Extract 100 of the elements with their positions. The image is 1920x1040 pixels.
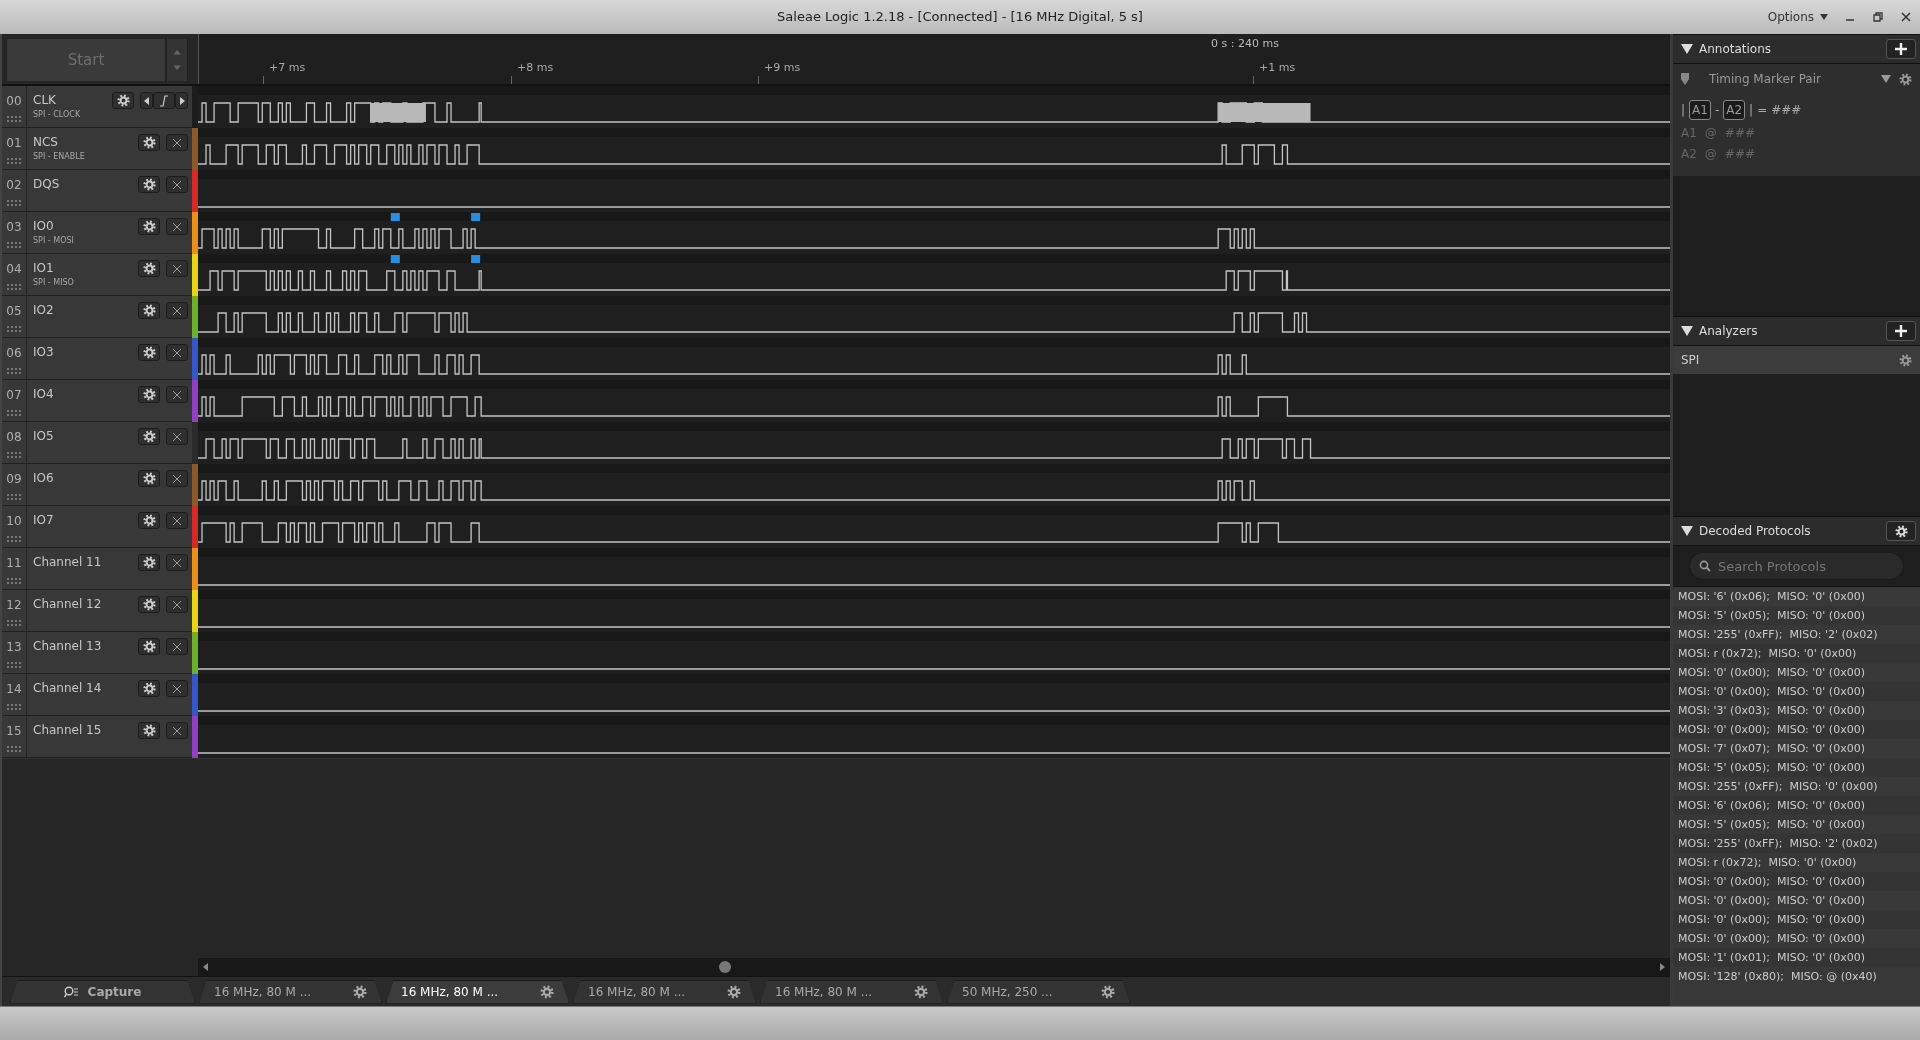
decoded-row[interactable]: MOSI: '0' (0x00); MISO: '0' (0x00) <box>1673 872 1920 891</box>
decoded-row[interactable]: MOSI: '5' (0x05); MISO: '0' (0x00) <box>1673 606 1920 625</box>
settings-button[interactable] <box>138 386 160 403</box>
session-tab[interactable]: 16 MHz, 80 M ... <box>386 979 569 1004</box>
decoded-row[interactable]: MOSI: '0' (0x00); MISO: '0' (0x00) <box>1673 663 1920 682</box>
decoded-row[interactable]: MOSI: r (0x72); MISO: '0' (0x00) <box>1673 853 1920 872</box>
settings-button[interactable] <box>138 344 160 361</box>
drag-handle-icon[interactable] <box>7 536 21 542</box>
settings-button[interactable] <box>138 302 160 319</box>
close-button[interactable] <box>166 428 188 445</box>
drag-handle-icon[interactable] <box>7 620 21 626</box>
session-tab[interactable]: 16 MHz, 80 M ... <box>760 979 943 1004</box>
close-button[interactable] <box>166 680 188 697</box>
collapse-icon[interactable] <box>1681 526 1693 536</box>
drag-handle-icon[interactable] <box>7 326 21 332</box>
drag-handle-icon[interactable] <box>7 578 21 584</box>
decoded-row[interactable]: MOSI: '255' (0xFF); MISO: '2' (0x02) <box>1673 625 1920 644</box>
settings-button[interactable] <box>138 638 160 655</box>
settings-button[interactable] <box>138 470 160 487</box>
dropdown-caret-icon[interactable] <box>1881 75 1891 83</box>
settings-icon[interactable] <box>1899 353 1912 367</box>
decoded-row[interactable]: MOSI: '255' (0xFF); MISO: '2' (0x02) <box>1673 834 1920 853</box>
decoded-row[interactable]: MOSI: '6' (0x06); MISO: '0' (0x00) <box>1673 796 1920 815</box>
settings-button[interactable] <box>112 92 134 109</box>
drag-handle-icon[interactable] <box>7 410 21 416</box>
next-edge-button[interactable] <box>175 92 188 109</box>
close-icon[interactable] <box>1900 11 1912 23</box>
collapse-icon[interactable] <box>1681 44 1693 54</box>
decoded-row[interactable]: MOSI: '5' (0x05); MISO: '0' (0x00) <box>1673 758 1920 777</box>
settings-button[interactable] <box>138 722 160 739</box>
drag-handle-icon[interactable] <box>7 662 21 668</box>
session-tab[interactable]: Capture <box>10 979 195 1004</box>
close-button[interactable] <box>166 512 188 529</box>
analyzer-name[interactable]: SPI <box>1681 351 1700 369</box>
measurement-marker-icon[interactable] <box>471 255 481 263</box>
close-button[interactable] <box>166 344 188 361</box>
settings-button[interactable] <box>138 554 160 571</box>
drag-handle-icon[interactable] <box>7 368 21 374</box>
close-button[interactable] <box>166 722 188 739</box>
session-tab[interactable]: 16 MHz, 80 M ... <box>573 979 756 1004</box>
close-button[interactable] <box>166 176 188 193</box>
settings-button[interactable] <box>138 260 160 277</box>
drag-handle-icon[interactable] <box>7 452 21 458</box>
settings-button[interactable] <box>1886 521 1916 541</box>
drag-handle-icon[interactable] <box>7 116 21 122</box>
measurement-marker-icon[interactable] <box>471 213 481 221</box>
search-field[interactable]: Search Protocols <box>1689 552 1904 580</box>
decoded-row[interactable]: MOSI: '0' (0x00); MISO: '0' (0x00) <box>1673 682 1920 701</box>
settings-button[interactable] <box>138 218 160 235</box>
settings-button[interactable] <box>138 428 160 445</box>
drag-handle-icon[interactable] <box>7 158 21 164</box>
decoded-row[interactable]: MOSI: '255' (0xFF); MISO: '0' (0x00) <box>1673 777 1920 796</box>
close-button[interactable] <box>166 638 188 655</box>
decoded-row[interactable]: MOSI: '0' (0x00); MISO: '0' (0x00) <box>1673 910 1920 929</box>
decoded-row[interactable]: MOSI: '6' (0x06); MISO: '0' (0x00) <box>1673 587 1920 606</box>
decoded-row[interactable]: MOSI: '128' (0x80); MISO: @ (0x40) <box>1673 967 1920 986</box>
measurement-marker-icon[interactable] <box>390 213 400 221</box>
close-button[interactable] <box>166 386 188 403</box>
settings-button[interactable] <box>138 134 160 151</box>
close-button[interactable] <box>166 302 188 319</box>
add-button[interactable] <box>1886 321 1916 341</box>
drag-handle-icon[interactable] <box>7 284 21 290</box>
drag-handle-icon[interactable] <box>7 200 21 206</box>
measurement-marker-icon[interactable] <box>390 255 400 263</box>
close-button[interactable] <box>166 218 188 235</box>
decoded-row[interactable]: MOSI: '5' (0x05); MISO: '0' (0x00) <box>1673 815 1920 834</box>
decoded-row[interactable]: MOSI: '1' (0x01); MISO: '0' (0x00) <box>1673 948 1920 967</box>
session-tab[interactable]: 50 MHz, 250 ... <box>947 979 1130 1004</box>
marker-label[interactable]: A2 <box>1723 100 1746 120</box>
decoded-row[interactable]: MOSI: '0' (0x00); MISO: '0' (0x00) <box>1673 720 1920 739</box>
settings-icon[interactable] <box>1899 72 1912 86</box>
close-button[interactable] <box>166 554 188 571</box>
trigger-edge-button[interactable] <box>153 92 175 109</box>
close-button[interactable] <box>166 260 188 277</box>
session-tab[interactable]: 16 MHz, 80 M ... <box>199 979 382 1004</box>
settings-button[interactable] <box>138 596 160 613</box>
options-menu[interactable]: Options <box>1767 8 1814 26</box>
settings-button[interactable] <box>138 512 160 529</box>
add-button[interactable] <box>1886 39 1916 59</box>
drag-handle-icon[interactable] <box>7 704 21 710</box>
drag-handle-icon[interactable] <box>7 494 21 500</box>
spinner-arrows-icon[interactable] <box>166 38 188 82</box>
settings-button[interactable] <box>138 680 160 697</box>
drag-handle-icon[interactable] <box>7 746 21 752</box>
settings-button[interactable] <box>138 176 160 193</box>
decoded-row[interactable]: MOSI: r (0x72); MISO: '0' (0x00) <box>1673 644 1920 663</box>
marker-pin-icon[interactable] <box>1681 73 1689 85</box>
close-button[interactable] <box>166 596 188 613</box>
decoded-row[interactable]: MOSI: '0' (0x00); MISO: '0' (0x00) <box>1673 929 1920 948</box>
drag-handle-icon[interactable] <box>7 242 21 248</box>
close-button[interactable] <box>166 470 188 487</box>
marker-label[interactable]: A1 <box>1689 100 1711 120</box>
decoded-row[interactable]: MOSI: '3' (0x03); MISO: '0' (0x00) <box>1673 701 1920 720</box>
previous-edge-button[interactable] <box>140 92 153 109</box>
collapse-icon[interactable] <box>1681 326 1693 336</box>
restore-icon[interactable] <box>1872 11 1884 23</box>
close-button[interactable] <box>166 134 188 151</box>
decoded-row[interactable]: MOSI: '7' (0x07); MISO: '0' (0x00) <box>1673 739 1920 758</box>
decoded-row[interactable]: MOSI: '0' (0x00); MISO: '0' (0x00) <box>1673 891 1920 910</box>
scrollbar-thumb-icon[interactable] <box>718 960 732 974</box>
